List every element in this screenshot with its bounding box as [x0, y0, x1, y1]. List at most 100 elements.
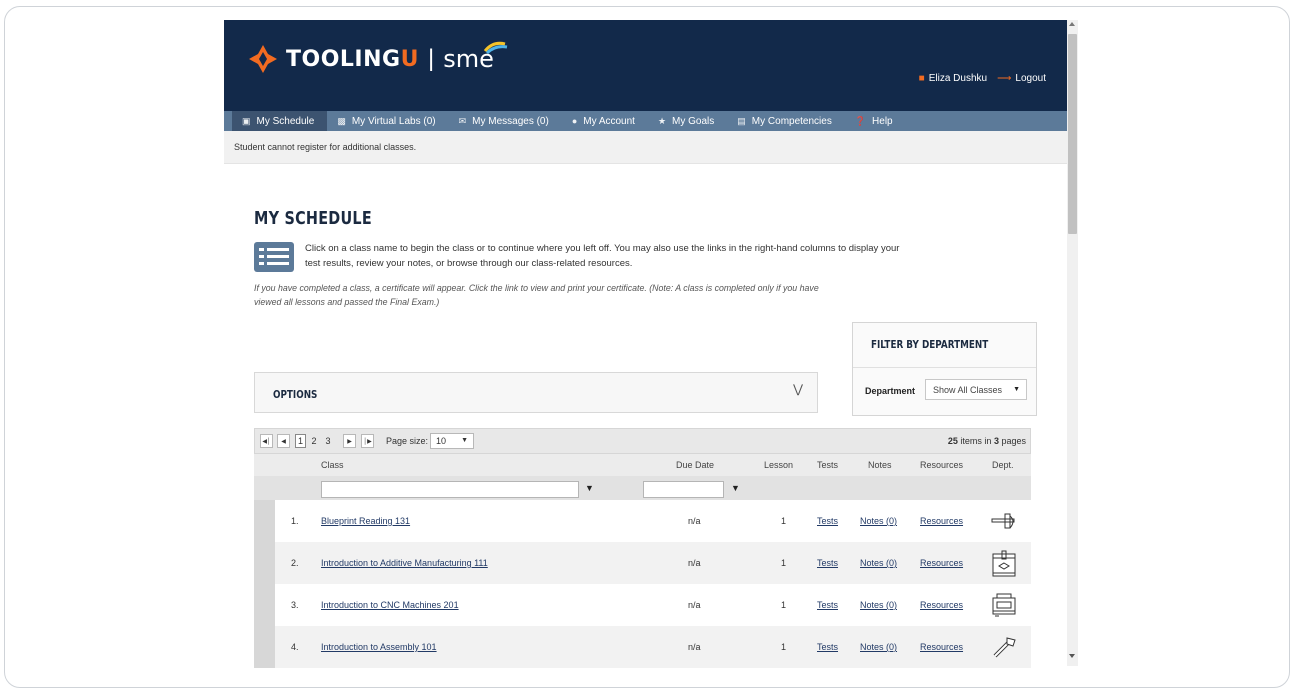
grid-filter-row: ▼ ▼: [254, 476, 1031, 500]
row-indicator: [254, 626, 275, 668]
tests-link[interactable]: Tests: [817, 600, 838, 610]
class-link[interactable]: Introduction to Assembly 101: [321, 642, 437, 652]
page-1[interactable]: 1: [295, 434, 306, 448]
3d-printer-icon: [992, 550, 1016, 577]
row-indicator: [254, 542, 275, 584]
filter-icon[interactable]: ▼: [731, 483, 740, 493]
col-notes[interactable]: Notes: [868, 454, 892, 476]
certificate-note: If you have completed a class, a certifi…: [254, 283, 819, 307]
page-size-label: Page size:: [386, 436, 429, 446]
nav-my-messages[interactable]: ✉ My Messages (0): [449, 111, 562, 131]
scrollbar-thumb[interactable]: [1068, 34, 1077, 234]
page-2[interactable]: 2: [309, 434, 319, 448]
tests-link[interactable]: Tests: [817, 558, 838, 568]
filter-divider: [853, 367, 1036, 368]
table-row: 3. Introduction to CNC Machines 201 n/a …: [254, 584, 1031, 626]
lesson: 1: [781, 642, 787, 652]
notice-text: Student cannot register for additional c…: [234, 142, 417, 152]
main-nav: ▣ My Schedule ▩ My Virtual Labs (0) ✉ My Me…: [224, 111, 1067, 131]
lesson: 1: [781, 600, 787, 610]
row-indicator: [254, 500, 275, 542]
row-number: 3.: [291, 600, 299, 610]
notes-link[interactable]: Notes (0): [860, 600, 897, 610]
logo-word-u: U: [400, 46, 419, 72]
user-name[interactable]: Eliza Dushku: [929, 73, 987, 84]
chevron-down-icon: ▼: [461, 437, 468, 444]
pages-word: pages: [1001, 436, 1026, 446]
options-panel[interactable]: OPTIONS ⋁: [254, 372, 818, 413]
items-in-text: items in: [960, 436, 992, 446]
account-icon: ●: [571, 116, 578, 126]
due-date: n/a: [688, 600, 701, 610]
resources-link[interactable]: Resources: [920, 600, 963, 610]
department-select[interactable]: Show All Classes ▼: [925, 379, 1027, 400]
chevron-down-icon: ▼: [1013, 386, 1020, 393]
next-page-button[interactable]: ▶: [343, 434, 356, 448]
total-pages: 3: [993, 436, 999, 446]
lesson: 1: [781, 516, 787, 526]
due-date: n/a: [688, 516, 701, 526]
filter-icon[interactable]: ▼: [585, 483, 594, 493]
trophy-icon: ★: [657, 115, 667, 126]
page-title: MY SCHEDULE: [254, 208, 372, 229]
scroll-down-icon[interactable]: [1069, 654, 1075, 658]
col-dept[interactable]: Dept.: [992, 454, 1014, 476]
user-icon: ■: [918, 73, 925, 84]
resources-link[interactable]: Resources: [920, 516, 963, 526]
sme-logo: sme: [443, 41, 508, 73]
scroll-up-icon[interactable]: [1069, 22, 1075, 26]
resources-link[interactable]: Resources: [920, 558, 963, 568]
cnc-machine-icon: [992, 593, 1016, 617]
nav-my-competencies[interactable]: ▤ My Competencies: [727, 111, 845, 131]
tests-link[interactable]: Tests: [817, 516, 838, 526]
nav-label: My Competencies: [751, 115, 832, 127]
table-row: 4. Introduction to Assembly 101 n/a 1 Te…: [254, 626, 1031, 668]
expand-chevron-icon[interactable]: ⋁: [793, 382, 803, 396]
total-items: 25: [947, 436, 958, 446]
site-header: TOOLINGU | sme ■ Eliza Dushku ⟶ Logout: [224, 20, 1067, 111]
due-date-filter-input[interactable]: [643, 481, 724, 498]
page-size-select[interactable]: 10 ▼: [430, 433, 474, 449]
resources-link[interactable]: Resources: [920, 642, 963, 652]
grid-header-row: Class Due Date Lesson Tests Notes Resour…: [254, 454, 1031, 476]
intro-text: Click on a class name to begin the class…: [305, 243, 900, 269]
prev-page-button[interactable]: ◀: [277, 434, 290, 448]
tests-link[interactable]: Tests: [817, 642, 838, 652]
first-page-button[interactable]: ◀│: [260, 434, 273, 448]
nav-my-account[interactable]: ● My Account: [562, 111, 648, 131]
page-3[interactable]: 3: [323, 434, 333, 448]
nav-label: My Messages (0): [472, 115, 549, 127]
last-page-button[interactable]: │▶: [361, 434, 374, 448]
nav-my-goals[interactable]: ★ My Goals: [648, 111, 727, 131]
table-row: 2. Introduction to Additive Manufacturin…: [254, 542, 1031, 584]
nav-my-schedule[interactable]: ▣ My Schedule: [232, 111, 328, 131]
vertical-scrollbar[interactable]: [1067, 20, 1078, 666]
col-tests[interactable]: Tests: [817, 454, 838, 476]
nav-label: My Goals: [672, 115, 715, 127]
tooling-u-sme-logo[interactable]: TOOLINGU | sme: [248, 41, 508, 74]
col-due-date[interactable]: Due Date: [676, 454, 714, 476]
notes-link[interactable]: Notes (0): [860, 558, 897, 568]
due-date: n/a: [688, 558, 701, 568]
notes-link[interactable]: Notes (0): [860, 516, 897, 526]
col-lesson[interactable]: Lesson: [764, 454, 793, 476]
class-link[interactable]: Introduction to Additive Manufacturing 1…: [321, 558, 488, 568]
class-link[interactable]: Introduction to CNC Machines 201: [321, 600, 459, 610]
logout-link[interactable]: Logout: [1015, 73, 1046, 84]
nav-my-virtual-labs[interactable]: ▩ My Virtual Labs (0): [327, 111, 448, 131]
messages-icon: ✉: [458, 115, 467, 126]
filter-title: FILTER BY DEPARTMENT: [871, 338, 989, 351]
row-number: 1.: [291, 516, 299, 526]
col-resources[interactable]: Resources: [920, 454, 963, 476]
nav-help[interactable]: ❓ Help: [845, 111, 906, 131]
class-link[interactable]: Blueprint Reading 131: [321, 516, 410, 526]
options-label: OPTIONS: [273, 388, 318, 401]
pager-info: 25 items in 3 pages: [948, 436, 1026, 446]
logout-icon[interactable]: ⟶: [997, 73, 1011, 84]
notice-bar: Student cannot register for additional c…: [224, 131, 1067, 164]
notes-link[interactable]: Notes (0): [860, 642, 897, 652]
col-class[interactable]: Class: [321, 454, 344, 476]
table-row: 1. Blueprint Reading 131 n/a 1 Tests Not…: [254, 500, 1031, 542]
class-filter-input[interactable]: [321, 481, 579, 498]
tooling-u-logo-icon: [249, 45, 277, 73]
